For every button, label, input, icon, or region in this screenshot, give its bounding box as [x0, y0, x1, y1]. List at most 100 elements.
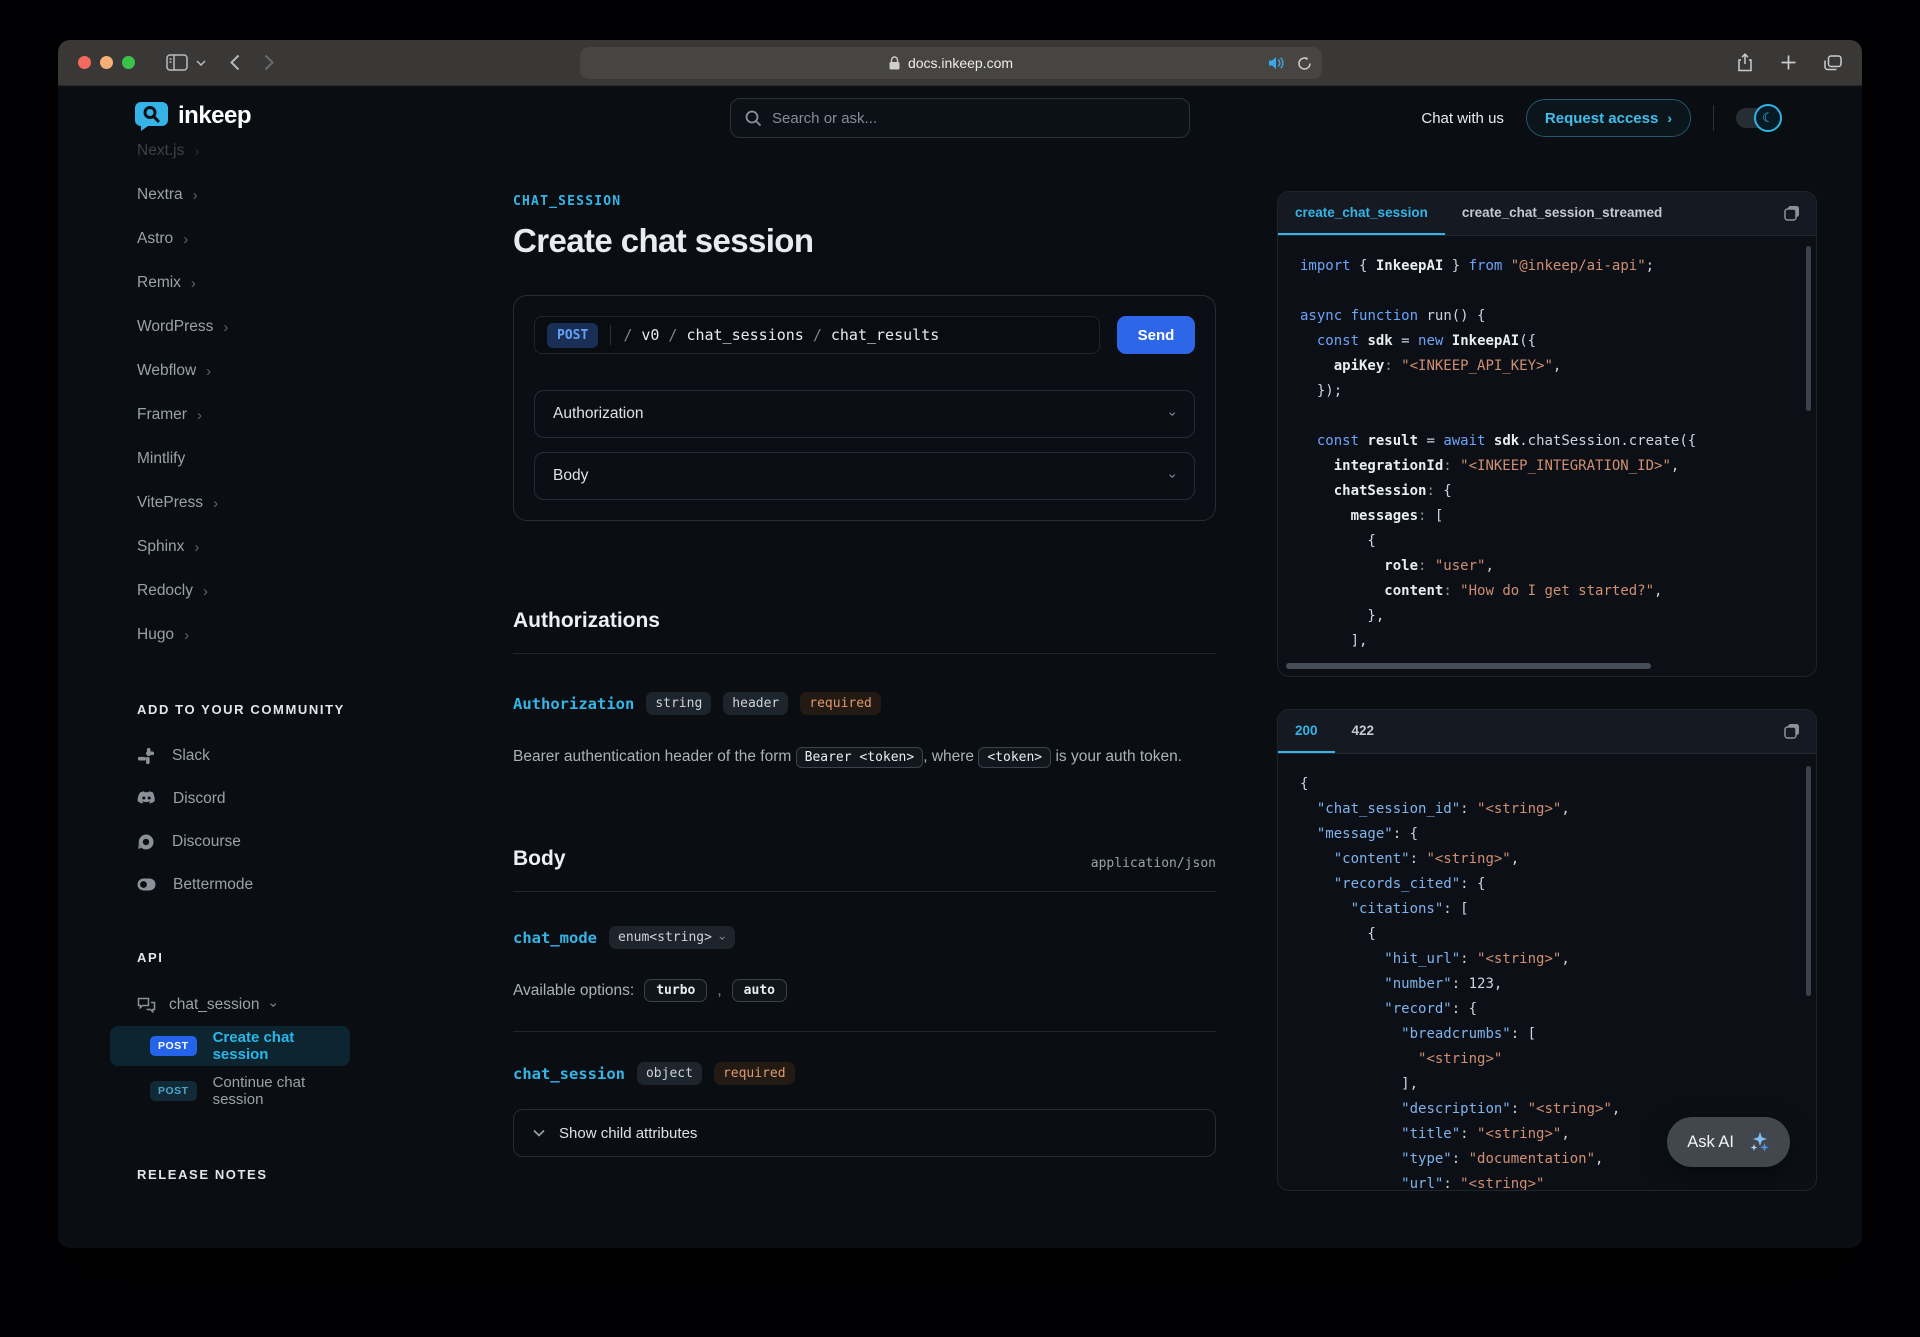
minimize-window-button[interactable]: [100, 56, 113, 69]
new-tab-button[interactable]: [1781, 55, 1796, 70]
method-badge: POST: [547, 323, 598, 348]
post-badge: POST: [150, 1036, 197, 1056]
sidebar-item-remix[interactable]: Remix›: [137, 261, 500, 305]
chevron-right-icon: ›: [183, 232, 188, 247]
back-button[interactable]: [230, 54, 240, 71]
inline-code: Bearer <token>: [796, 747, 924, 768]
chevron-down-icon: ›: [717, 934, 729, 941]
content-type-label: application/json: [1091, 856, 1216, 871]
sidebar-item-sphinx[interactable]: Sphinx›: [137, 525, 500, 569]
request-code: import { InkeepAI } from "@inkeep/ai-api…: [1278, 236, 1816, 672]
sparkles-icon: [1746, 1130, 1770, 1154]
sidebar-item-framer[interactable]: Framer›: [137, 393, 500, 437]
field-name-authorization: Authorization: [513, 695, 634, 713]
authorizations-section: Authorizations Authorization string head…: [513, 609, 1216, 773]
slack-icon: [137, 747, 155, 765]
available-options-label: Available options:: [513, 982, 634, 1000]
tab-response-422[interactable]: 422: [1335, 710, 1392, 753]
sidebar-toggle-button[interactable]: [166, 54, 188, 71]
community-list: Slack Discord Discourse: [137, 734, 500, 906]
zoom-window-button[interactable]: [122, 56, 135, 69]
post-badge: POST: [150, 1081, 197, 1101]
api-group-chat-session[interactable]: chat_session ›: [137, 993, 500, 1017]
audio-playing-icon[interactable]: [1268, 56, 1285, 70]
page-title: Create chat session: [513, 222, 1216, 260]
chevron-right-icon: ›: [194, 144, 199, 159]
show-child-attributes-toggle[interactable]: Show child attributes: [513, 1109, 1216, 1157]
chevron-right-icon: ›: [206, 364, 211, 379]
sidebar-endpoint-create-chat-session[interactable]: POST Create chat session: [110, 1026, 350, 1066]
field-name-chat-session: chat_session: [513, 1065, 625, 1083]
field-name-chat-mode: chat_mode: [513, 929, 597, 947]
chevron-down-icon[interactable]: [196, 60, 206, 66]
chat-bubbles-icon: [137, 997, 156, 1013]
release-notes-section-title: RELEASE NOTES: [137, 1167, 500, 1182]
inline-code: <token>: [978, 747, 1051, 768]
sidebar-item-redocly[interactable]: Redocly›: [137, 569, 500, 613]
forward-button[interactable]: [264, 54, 274, 71]
tab-overview-button[interactable]: [1824, 55, 1842, 71]
bettermode-icon: [137, 878, 156, 891]
required-badge: required: [800, 692, 881, 715]
tab-create-chat-session-streamed[interactable]: create_chat_session_streamed: [1445, 192, 1679, 235]
send-button[interactable]: Send: [1117, 316, 1195, 354]
sidebar-item-vitepress[interactable]: VitePress›: [137, 481, 500, 525]
url-text: docs.inkeep.com: [908, 55, 1013, 71]
body-section-toggle[interactable]: Body ›: [534, 452, 1195, 500]
chevron-right-icon: ›: [203, 584, 208, 599]
api-section-title: API: [137, 950, 500, 965]
sidebar-item-hugo[interactable]: Hugo›: [137, 613, 500, 657]
chevron-down-icon: ›: [268, 1003, 282, 1008]
main-content: CHAT_SESSION Create chat session POST /v…: [513, 104, 1216, 1248]
sidebar-item-webflow[interactable]: Webflow›: [137, 349, 500, 393]
authorizations-heading: Authorizations: [513, 609, 660, 633]
reload-button[interactable]: [1297, 56, 1312, 71]
option-chip-turbo: turbo: [644, 979, 707, 1002]
required-badge: required: [714, 1062, 795, 1085]
sidebar-item-astro[interactable]: Astro›: [137, 217, 500, 261]
community-section-title: ADD TO YOUR COMMUNITY: [137, 702, 500, 717]
sidebar-endpoint-continue-chat-session[interactable]: POST Continue chat session: [110, 1071, 350, 1111]
chevron-right-icon: ›: [194, 540, 199, 555]
sidebar-nav: Next.js› Nextra› Astro› Remix› WordPress…: [58, 104, 500, 1248]
sidebar-item-discourse[interactable]: Discourse: [137, 820, 500, 863]
discourse-icon: [137, 833, 155, 851]
url-bar[interactable]: docs.inkeep.com: [580, 47, 1322, 79]
body-section: Body application/json chat_mode enum<str…: [513, 847, 1216, 1157]
tab-response-200[interactable]: 200: [1278, 710, 1335, 753]
sidebar-item-wordpress[interactable]: WordPress›: [137, 305, 500, 349]
sidebar-item-nextra[interactable]: Nextra›: [137, 173, 500, 217]
chevron-right-icon: ›: [213, 496, 218, 511]
chevron-right-icon: ›: [191, 276, 196, 291]
sidebar-item-discord[interactable]: Discord: [137, 777, 500, 820]
chevron-right-icon: ›: [197, 408, 202, 423]
sidebar-item-nextjs[interactable]: Next.js›: [137, 129, 500, 173]
browser-window: docs.inkeep.com: [58, 40, 1862, 1248]
copy-code-button[interactable]: [1782, 203, 1802, 223]
ask-ai-button[interactable]: Ask AI: [1667, 1117, 1790, 1167]
close-window-button[interactable]: [78, 56, 91, 69]
body-heading: Body: [513, 847, 566, 871]
sidebar-item-slack[interactable]: Slack: [137, 734, 500, 777]
browser-chrome: docs.inkeep.com: [58, 40, 1862, 86]
tab-create-chat-session[interactable]: create_chat_session: [1278, 192, 1445, 235]
share-button[interactable]: [1737, 53, 1753, 72]
authorization-description: Bearer authentication header of the form…: [513, 742, 1216, 773]
api-playground: POST /v0 /chat_sessions /chat_results Se…: [513, 295, 1216, 521]
discord-icon: [137, 791, 156, 806]
sidebar-item-bettermode[interactable]: Bettermode: [137, 863, 500, 906]
example-column: create_chat_session create_chat_session_…: [1277, 104, 1817, 1248]
copy-response-button[interactable]: [1782, 721, 1802, 741]
code-horizontal-scrollbar[interactable]: [1286, 663, 1651, 669]
platform-list: Next.js› Nextra› Astro› Remix› WordPress…: [137, 104, 500, 657]
sidebar-item-mintlify[interactable]: Mintlify: [137, 437, 500, 481]
chevron-right-icon: ›: [223, 320, 228, 335]
location-badge: header: [723, 692, 788, 715]
chevron-down-icon: ›: [1167, 474, 1181, 479]
request-example-panel: create_chat_session create_chat_session_…: [1277, 191, 1817, 677]
authorization-section-toggle[interactable]: Authorization ›: [534, 390, 1195, 438]
response-vertical-scrollbar[interactable]: [1806, 766, 1811, 996]
enum-type-badge[interactable]: enum<string> ›: [609, 926, 735, 949]
code-vertical-scrollbar[interactable]: [1806, 246, 1811, 411]
api-path-bar[interactable]: POST /v0 /chat_sessions /chat_results: [534, 316, 1100, 354]
